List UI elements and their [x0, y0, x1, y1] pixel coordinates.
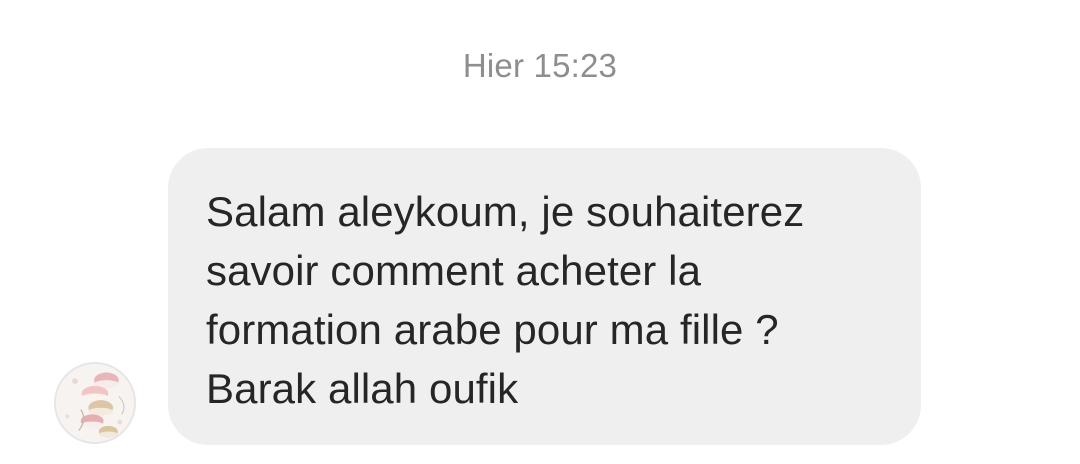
received-message-bubble[interactable]: Salam aleykoum, je souhaiterez savoir co…	[168, 148, 921, 445]
message-timestamp: Hier 15:23	[462, 47, 618, 84]
profile-photo-icon	[56, 364, 134, 442]
sender-avatar[interactable]	[54, 362, 136, 444]
message-text: Salam aleykoum, je souhaiterez savoir co…	[206, 188, 805, 412]
received-message-row: Salam aleykoum, je souhaiterez savoir co…	[0, 148, 1080, 448]
